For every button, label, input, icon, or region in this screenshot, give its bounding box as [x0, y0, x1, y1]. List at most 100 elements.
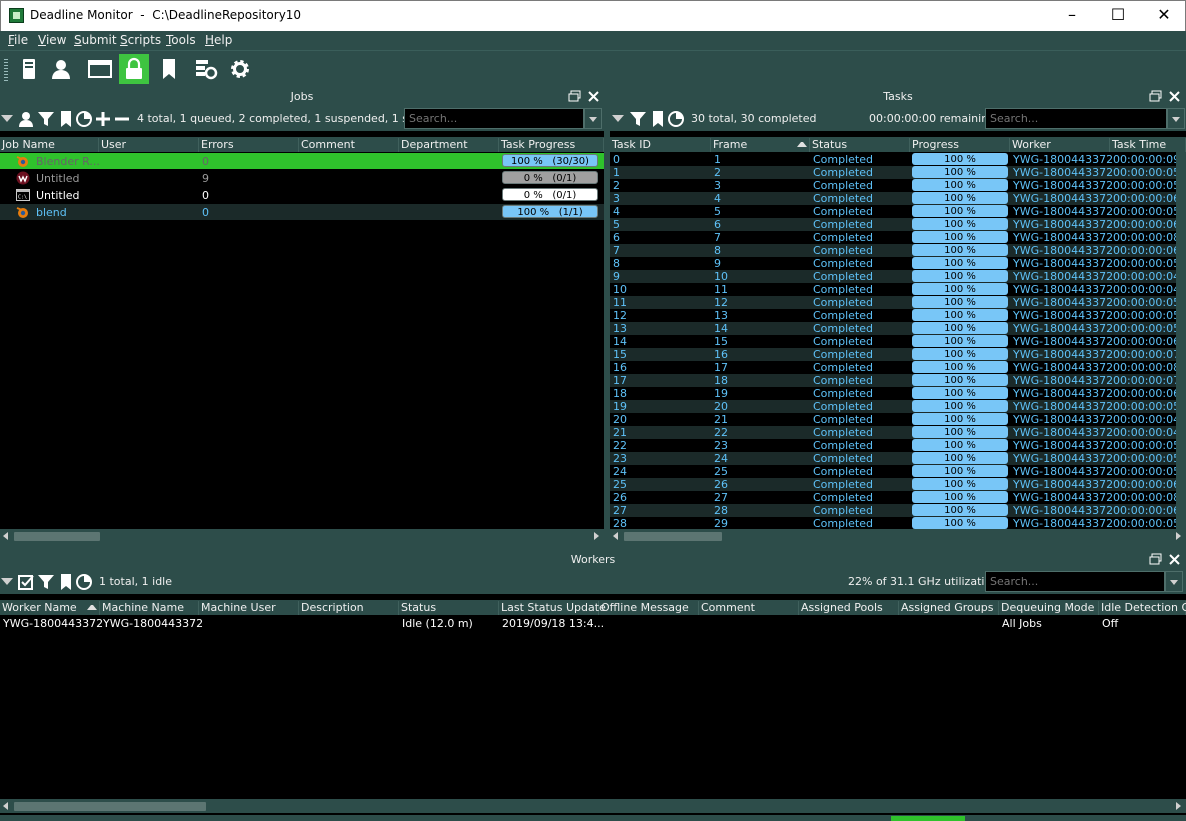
scroll-left-icon[interactable] — [3, 802, 8, 810]
task-row[interactable]: 2 3 Completed YWG-1800443372 00:00:00:05 100 … — [610, 179, 1176, 192]
task-row[interactable]: 0 1 Completed YWG-1800443372 00:00:00:09 100 … — [610, 153, 1176, 166]
task-row[interactable]: 21 22 Completed YWG-1800443372 00:00:00:04 10… — [610, 426, 1176, 439]
task-row[interactable]: 23 24 Completed YWG-1800443372 00:00:00:05 10… — [610, 452, 1176, 465]
tasks-vertical-scrollbar[interactable] — [1176, 152, 1186, 529]
menu-file[interactable]: File — [8, 33, 28, 47]
col-status[interactable]: Status — [399, 601, 499, 615]
workers-horizontal-scrollbar[interactable] — [0, 799, 1186, 813]
task-row[interactable]: 16 17 Completed YWG-1800443372 00:00:00:08 10… — [610, 361, 1176, 374]
task-row[interactable]: 15 16 Completed YWG-1800443372 00:00:00:07 10… — [610, 348, 1176, 361]
workers-search-input[interactable] — [985, 571, 1165, 592]
filter-icon[interactable] — [630, 111, 646, 127]
tasks-horizontal-scrollbar[interactable] — [610, 529, 1186, 543]
task-row[interactable]: 6 7 Completed YWG-1800443372 00:00:00:08 100 … — [610, 231, 1176, 244]
job-row[interactable]: blend 0 100 % (1/1) — [0, 204, 604, 220]
float-panel-icon[interactable] — [1149, 553, 1162, 566]
col-last-status-update[interactable]: Last Status Update — [499, 601, 606, 615]
task-row[interactable]: 1 2 Completed YWG-1800443372 00:00:00:05 100 … — [610, 166, 1176, 179]
col-task-time[interactable]: Task Time — [1110, 138, 1186, 152]
jobs-search-input[interactable] — [404, 108, 584, 129]
menu-tools[interactable]: Tools — [166, 33, 196, 47]
minimize-button[interactable]: – — [1049, 1, 1095, 31]
job-list-icon[interactable] — [14, 54, 44, 84]
task-row[interactable]: 17 18 Completed YWG-1800443372 00:00:00:07 10… — [610, 374, 1176, 387]
maximize-button[interactable]: ☐ — [1095, 1, 1141, 31]
col-task-progress[interactable]: Task Progress — [499, 138, 604, 152]
worker-row[interactable]: YWG-1800443372 YWG-1800443372 Idle (12.0 m… — [0, 617, 1186, 631]
scroll-left-icon[interactable] — [3, 532, 8, 540]
col-status[interactable]: Status — [810, 138, 910, 152]
col-comment[interactable]: Comment — [299, 138, 399, 152]
task-row[interactable]: 24 25 Completed YWG-1800443372 00:00:00:05 10… — [610, 465, 1176, 478]
task-row[interactable]: 14 15 Completed YWG-1800443372 00:00:00:06 10… — [610, 335, 1176, 348]
task-row[interactable]: 3 4 Completed YWG-1800443372 00:00:00:06 100 … — [610, 192, 1176, 205]
col-errors[interactable]: Errors — [199, 138, 299, 152]
checkbox-filter-icon[interactable] — [18, 574, 34, 590]
scroll-right-icon[interactable] — [1176, 802, 1181, 810]
col-machine-name[interactable]: Machine Name — [100, 601, 199, 615]
toolbar-grip[interactable] — [4, 59, 8, 81]
job-row[interactable]: Blender R... 0 100 % (30/30) — [0, 153, 604, 169]
menu-submit[interactable]: Submit — [74, 33, 117, 47]
pie-chart-icon[interactable] — [668, 111, 684, 127]
filter-icon[interactable] — [38, 111, 54, 127]
scroll-thumb[interactable] — [14, 802, 206, 811]
task-row[interactable]: 4 5 Completed YWG-1800443372 00:00:00:05 100 … — [610, 205, 1176, 218]
dropdown-arrow-icon[interactable] — [1, 578, 13, 586]
col-idle-detection[interactable]: Idle Detection Ov — [1099, 601, 1186, 615]
task-row[interactable]: 25 26 Completed YWG-1800443372 00:00:00:06 10… — [610, 478, 1176, 491]
task-row[interactable]: 18 19 Completed YWG-1800443372 00:00:00:06 10… — [610, 387, 1176, 400]
job-row[interactable]: Untitled 9 0 % (0/1) — [0, 170, 604, 186]
close-panel-icon[interactable] — [1168, 90, 1181, 103]
task-row[interactable]: 20 21 Completed YWG-1800443372 00:00:00:04 10… — [610, 413, 1176, 426]
pie-chart-icon[interactable] — [76, 574, 92, 590]
col-assigned-groups[interactable]: Assigned Groups — [899, 601, 999, 615]
col-progress[interactable]: Progress — [910, 138, 1010, 152]
horizontal-splitter[interactable] — [0, 543, 1186, 551]
window-icon[interactable] — [85, 54, 115, 84]
tasks-search-input[interactable] — [985, 108, 1167, 129]
task-row[interactable]: 5 6 Completed YWG-1800443372 00:00:00:06 100 … — [610, 218, 1176, 231]
col-task-id[interactable]: Task ID — [610, 138, 711, 152]
col-department[interactable]: Department — [399, 138, 499, 152]
user-icon[interactable] — [46, 54, 76, 84]
user-filter-icon[interactable] — [18, 111, 34, 127]
job-row[interactable]: C:\ Untitled 0 0 % (0/1) — [0, 187, 604, 203]
bookmark-icon[interactable] — [58, 574, 74, 590]
workers-search-dropdown[interactable] — [1165, 571, 1183, 592]
task-row[interactable]: 11 12 Completed YWG-1800443372 00:00:00:05 10… — [610, 296, 1176, 309]
scroll-right-icon[interactable] — [1176, 532, 1181, 540]
lock-icon[interactable] — [119, 54, 149, 84]
expand-plus-icon[interactable] — [95, 111, 111, 127]
float-panel-icon[interactable] — [1149, 90, 1162, 103]
col-description[interactable]: Description — [299, 601, 399, 615]
col-comment[interactable]: Comment — [699, 601, 799, 615]
task-row[interactable]: 9 10 Completed YWG-1800443372 00:00:00:04 100… — [610, 270, 1176, 283]
scroll-thumb[interactable] — [624, 532, 722, 541]
scroll-left-icon[interactable] — [613, 532, 618, 540]
col-user[interactable]: User — [99, 138, 199, 152]
close-panel-icon[interactable] — [587, 90, 600, 103]
task-row[interactable]: 27 28 Completed YWG-1800443372 00:00:00:06 10… — [610, 504, 1176, 517]
menu-scripts[interactable]: Scripts — [120, 33, 161, 47]
col-offline-message[interactable]: Offline Message — [599, 601, 699, 615]
bookmark-icon[interactable] — [650, 111, 666, 127]
menu-help[interactable]: Help — [205, 33, 232, 47]
gear-icon[interactable] — [225, 54, 255, 84]
jobs-search-dropdown[interactable] — [584, 108, 602, 129]
menu-view[interactable]: View — [38, 33, 66, 47]
pie-chart-icon[interactable] — [76, 111, 92, 127]
close-button[interactable]: ✕ — [1141, 1, 1186, 31]
tasks-search-dropdown[interactable] — [1167, 108, 1185, 129]
col-worker-name[interactable]: Worker Name — [0, 601, 100, 615]
task-row[interactable]: 26 27 Completed YWG-1800443372 00:00:00:08 10… — [610, 491, 1176, 504]
bookmark-icon[interactable] — [58, 111, 74, 127]
worker-settings-icon[interactable] — [191, 54, 221, 84]
task-row[interactable]: 19 20 Completed YWG-1800443372 00:00:00:05 10… — [610, 400, 1176, 413]
task-row[interactable]: 8 9 Completed YWG-1800443372 00:00:00:05 100 … — [610, 257, 1176, 270]
col-machine-user[interactable]: Machine User — [199, 601, 299, 615]
col-dequeuing-mode[interactable]: Dequeuing Mode — [999, 601, 1099, 615]
col-frame[interactable]: Frame — [711, 138, 810, 152]
task-row[interactable]: 10 11 Completed YWG-1800443372 00:00:00:04 10… — [610, 283, 1176, 296]
task-row[interactable]: 22 23 Completed YWG-1800443372 00:00:00:05 10… — [610, 439, 1176, 452]
